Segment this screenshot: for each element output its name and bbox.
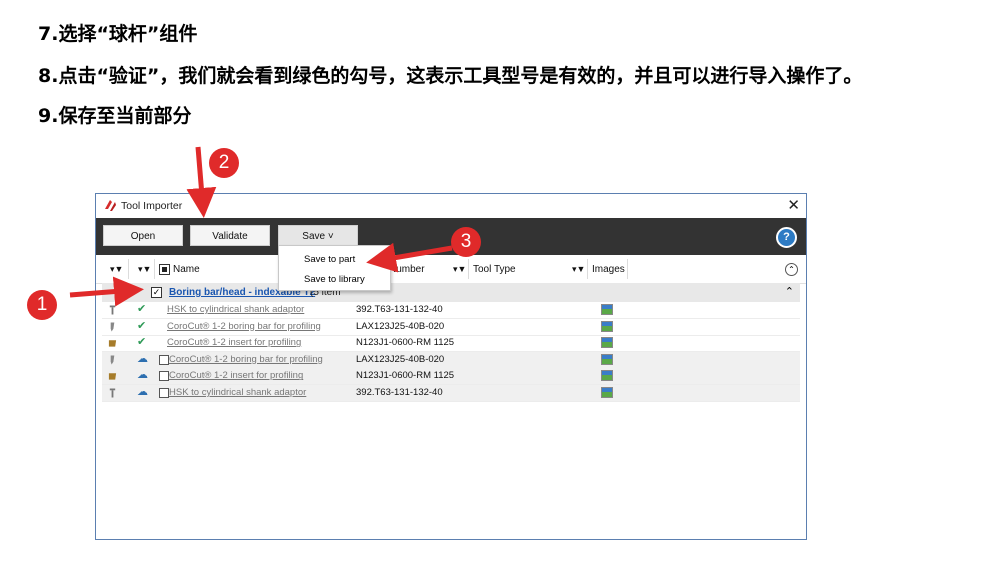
annotation-arrows (69, 146, 453, 307)
step-marker-2: 2 (209, 148, 239, 178)
arrow-3 (366, 242, 453, 273)
step-marker-3: 3 (451, 227, 481, 257)
step-marker-1: 1 (27, 290, 57, 320)
arrow-1 (69, 276, 144, 307)
arrow-2 (186, 146, 217, 218)
